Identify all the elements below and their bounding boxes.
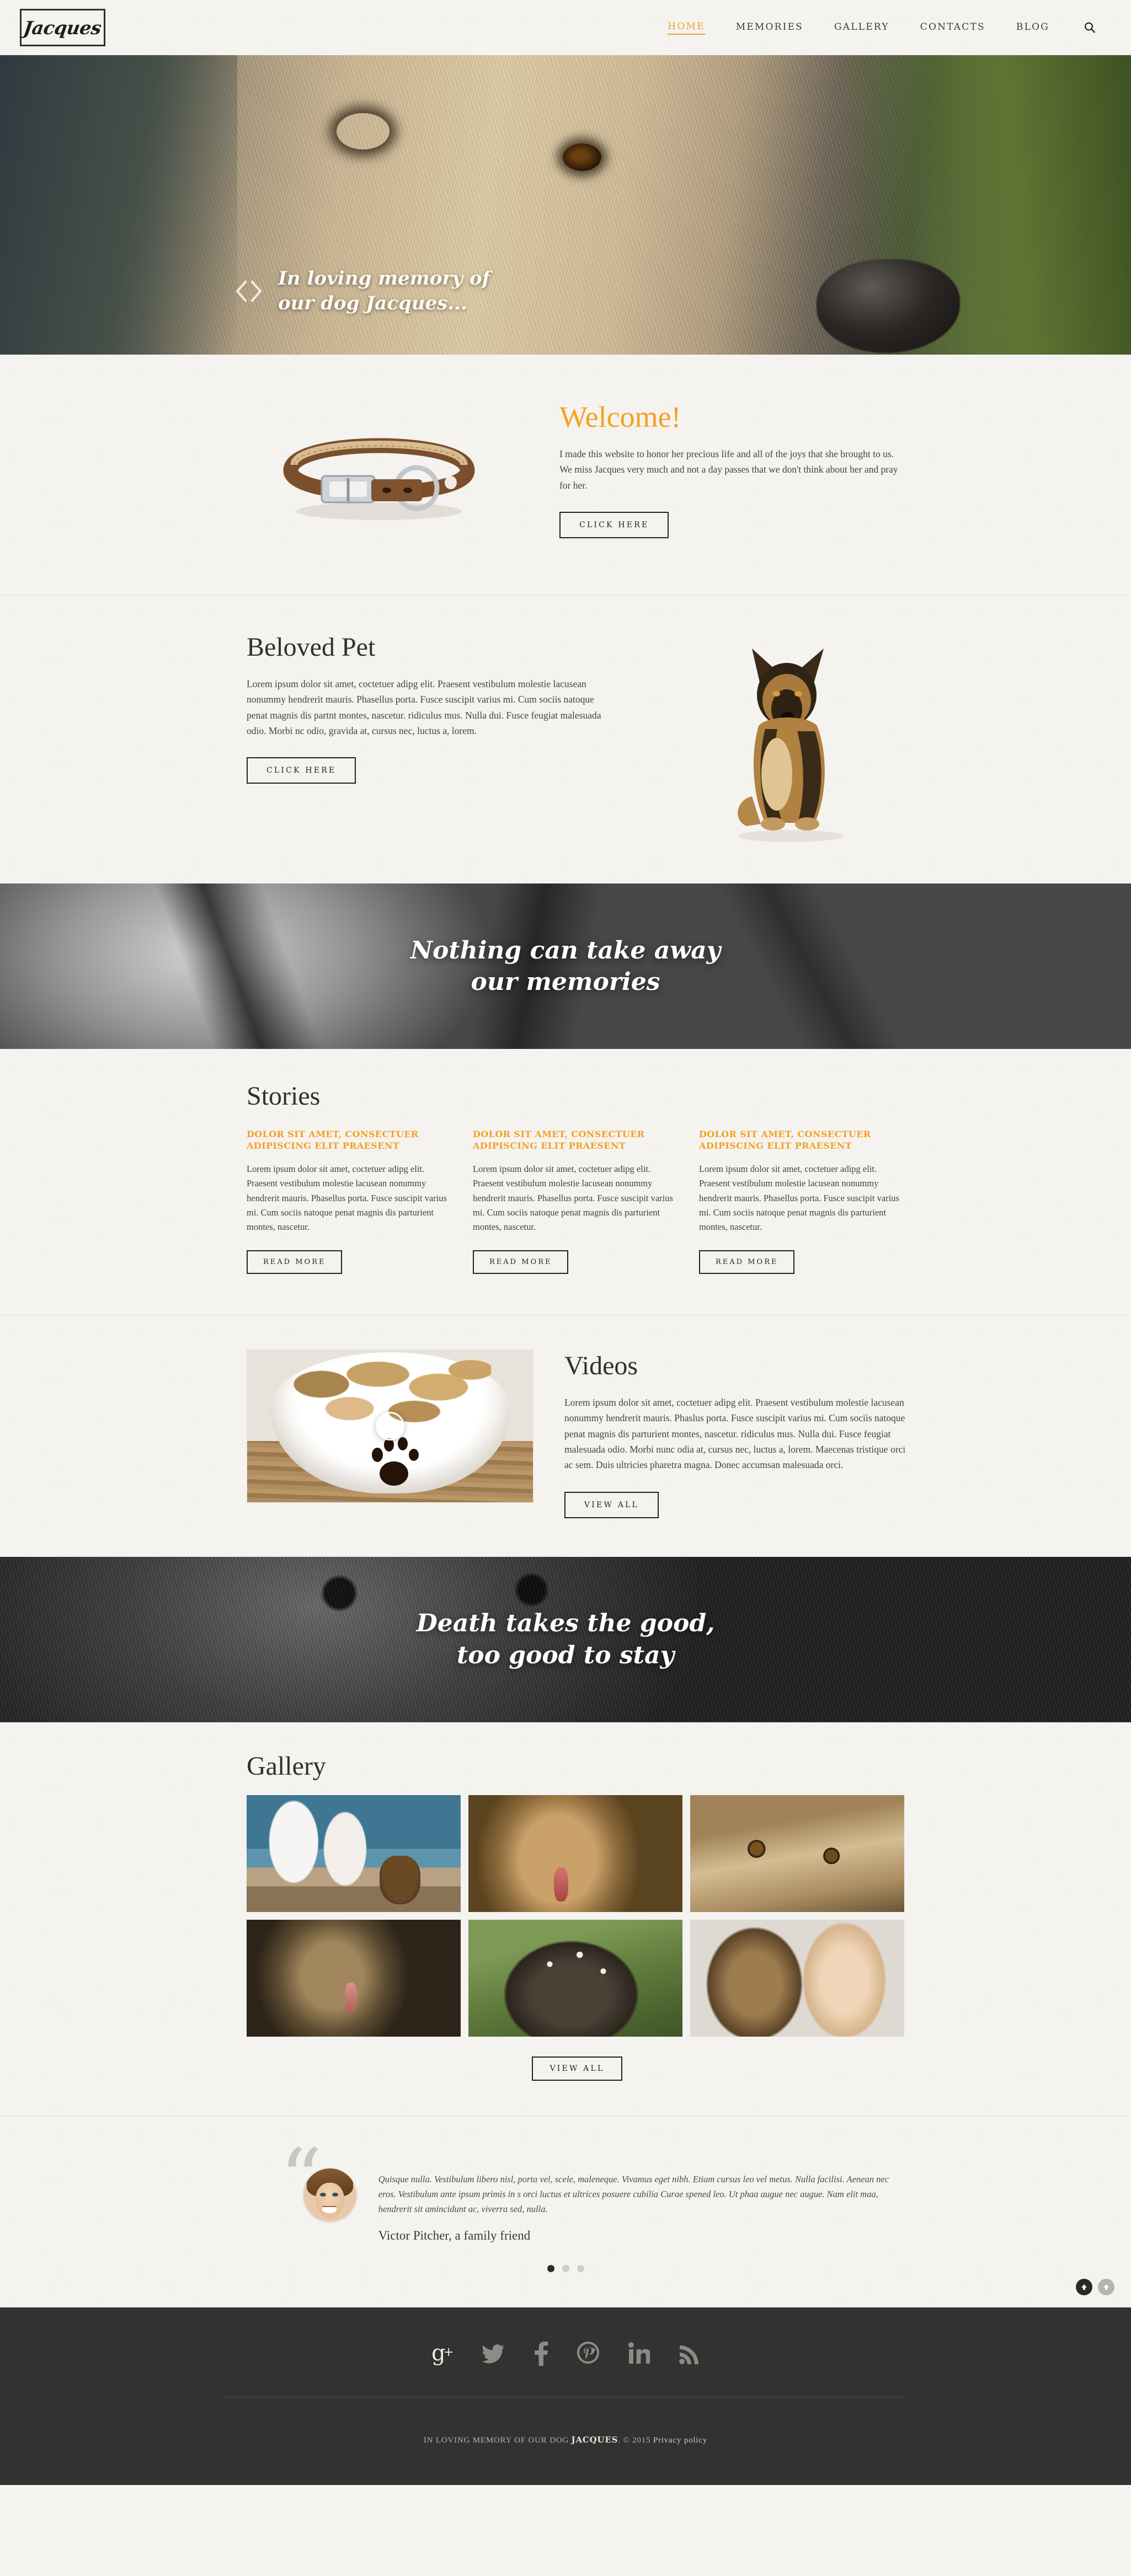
pagination-dot-3[interactable] — [577, 2264, 584, 2272]
pagination-dot-2[interactable] — [562, 2264, 569, 2272]
arrow-up-icon — [1081, 2284, 1087, 2290]
gallery-item[interactable] — [690, 1795, 904, 1912]
story-read-more-button[interactable]: READ MORE — [473, 1250, 569, 1274]
testimonial-text: Quisque nulla. Vestibulum libero nisl, p… — [378, 2173, 889, 2214]
diamond-slider-icon[interactable] — [234, 276, 264, 306]
search-button[interactable] — [1080, 18, 1099, 37]
videos-section: Videos Lorem ipsum dolor sit amet, cocte… — [0, 1315, 1131, 1557]
story-card: DOLOR SIT AMET, CONSECTUER ADIPISCING EL… — [699, 1128, 902, 1274]
beloved-pet-text: Lorem ipsum dolor sit amet, coctetuer ad… — [247, 678, 601, 737]
google-plus-icon[interactable]: g + — [431, 2342, 454, 2366]
testimonial-pagination — [0, 2264, 1131, 2272]
stories-title: Stories — [247, 1081, 321, 1111]
gallery-section: Gallery VIEW ALL — [0, 1722, 1131, 2116]
quote-banner-two: Death takes the good, too good to stay — [0, 1556, 1131, 1722]
story-card-text: Lorem ipsum dolor sit amet, coctetuer ad… — [699, 1163, 899, 1233]
gallery-item[interactable] — [690, 1919, 904, 2037]
story-card-title: DOLOR SIT AMET, CONSECTUER ADIPISCING EL… — [699, 1129, 871, 1152]
linkedin-icon[interactable] — [628, 2342, 650, 2366]
beloved-pet-image — [699, 634, 881, 844]
collar-image — [236, 389, 536, 554]
story-card-title: DOLOR SIT AMET, CONSECTUER ADIPISCING EL… — [473, 1129, 645, 1152]
nav-item-contacts[interactable]: CONTACTS — [920, 22, 985, 34]
welcome-title: Welcome! — [559, 400, 681, 433]
privacy-policy-link[interactable]: Privacy policy — [653, 2436, 707, 2445]
scroll-to-top-button[interactable] — [1076, 2278, 1092, 2295]
main-navigation: HOME MEMORIES GALLERY CONTACTS BLOG — [668, 18, 1111, 37]
gallery-grid — [247, 1795, 908, 2037]
facebook-icon[interactable] — [534, 2341, 548, 2366]
search-icon — [1084, 22, 1095, 33]
nav-item-blog[interactable]: BLOG — [1016, 22, 1049, 34]
beloved-pet-title: Beloved Pet — [247, 633, 376, 662]
copyright-brand: JACQUES — [571, 2434, 618, 2445]
play-button[interactable] — [376, 1411, 404, 1440]
page-root: Jacques HOME MEMORIES GALLERY CONTACTS B… — [0, 0, 1131, 2485]
nav-item-memories[interactable]: MEMORIES — [736, 22, 803, 34]
video-thumbnail[interactable] — [247, 1349, 534, 1503]
quote-banner-two-text: Death takes the good, too good to stay — [416, 1609, 715, 1669]
arrow-up-icon — [1103, 2284, 1109, 2290]
beloved-pet-section: Beloved Pet Lorem ipsum dolor sit amet, … — [0, 596, 1131, 883]
gallery-item[interactable] — [468, 1919, 682, 2037]
hero-caption-text: In loving memory of our dog Jacques... — [278, 267, 490, 315]
site-footer: g + IN LOVING MEMORY OF OUR DOG JACQUES. … — [0, 2307, 1131, 2485]
pinterest-icon[interactable] — [577, 2341, 599, 2366]
hero-background-image — [0, 55, 1131, 355]
copyright-text: IN LOVING MEMORY OF OUR DOG JACQUES. © 2… — [0, 2397, 1131, 2485]
gallery-item[interactable] — [468, 1795, 682, 1912]
nav-item-home[interactable]: HOME — [668, 21, 705, 35]
welcome-click-here-button[interactable]: CLICK HERE — [559, 512, 669, 539]
gallery-item[interactable] — [247, 1795, 461, 1912]
play-icon — [387, 1420, 396, 1432]
stories-section: Stories DOLOR SIT AMET, CONSECTUER ADIPI… — [0, 1049, 1131, 1315]
videos-view-all-button[interactable]: VIEW ALL — [564, 1491, 659, 1518]
paw-print-icon — [372, 1437, 419, 1486]
story-read-more-button[interactable]: READ MORE — [699, 1250, 795, 1274]
copyright-suffix: . © 2015 — [618, 2435, 653, 2445]
social-links: g + — [0, 2341, 1131, 2397]
story-read-more-button[interactable]: READ MORE — [247, 1250, 343, 1274]
videos-title: Videos — [564, 1351, 638, 1380]
site-logo[interactable]: Jacques — [20, 9, 105, 46]
testimonial-author: Victor Pitcher, a family friend — [378, 2228, 531, 2242]
beloved-click-here-button[interactable]: CLICK HERE — [247, 757, 356, 784]
nav-item-gallery[interactable]: GALLERY — [834, 22, 889, 34]
site-header: Jacques HOME MEMORIES GALLERY CONTACTS B… — [0, 0, 1131, 55]
gallery-item[interactable] — [247, 1919, 461, 2037]
hero-caption: In loving memory of our dog Jacques... — [234, 266, 490, 316]
svg-text:+: + — [444, 2345, 454, 2359]
hero-slider: In loving memory of our dog Jacques... — [0, 55, 1131, 355]
story-card-text: Lorem ipsum dolor sit amet, coctetuer ad… — [247, 1163, 447, 1233]
gallery-view-all-button[interactable]: VIEW ALL — [532, 2056, 622, 2081]
quote-banner-one-text: Nothing can take away our memories — [410, 936, 721, 996]
twitter-icon[interactable] — [482, 2343, 505, 2365]
pagination-dot-1[interactable] — [547, 2264, 554, 2272]
testimonials-section: “ Quisque nulla. Vestibulum libero nisl,… — [0, 2117, 1131, 2307]
dog-collar-illustration — [283, 438, 475, 520]
german-shepherd-illustration — [738, 649, 844, 842]
gallery-title: Gallery — [247, 1751, 326, 1781]
logo-text: Jacques — [22, 17, 103, 39]
story-card: DOLOR SIT AMET, CONSECTUER ADIPISCING EL… — [247, 1128, 450, 1274]
copyright-prefix: IN LOVING MEMORY OF OUR DOG — [423, 2435, 572, 2445]
quote-banner-one: Nothing can take away our memories — [0, 883, 1131, 1049]
welcome-text: I made this website to honor her preciou… — [559, 448, 898, 491]
welcome-section: Welcome! I made this website to honor he… — [0, 355, 1131, 595]
scroll-to-top-button-secondary[interactable] — [1098, 2278, 1114, 2295]
avatar — [303, 2168, 356, 2221]
story-card: DOLOR SIT AMET, CONSECTUER ADIPISCING EL… — [473, 1128, 676, 1274]
story-card-text: Lorem ipsum dolor sit amet, coctetuer ad… — [473, 1163, 673, 1233]
rss-icon[interactable] — [679, 2342, 700, 2366]
videos-text: Lorem ipsum dolor sit amet, coctetuer ad… — [564, 1396, 906, 1471]
story-card-title: DOLOR SIT AMET, CONSECTUER ADIPISCING EL… — [247, 1129, 419, 1152]
